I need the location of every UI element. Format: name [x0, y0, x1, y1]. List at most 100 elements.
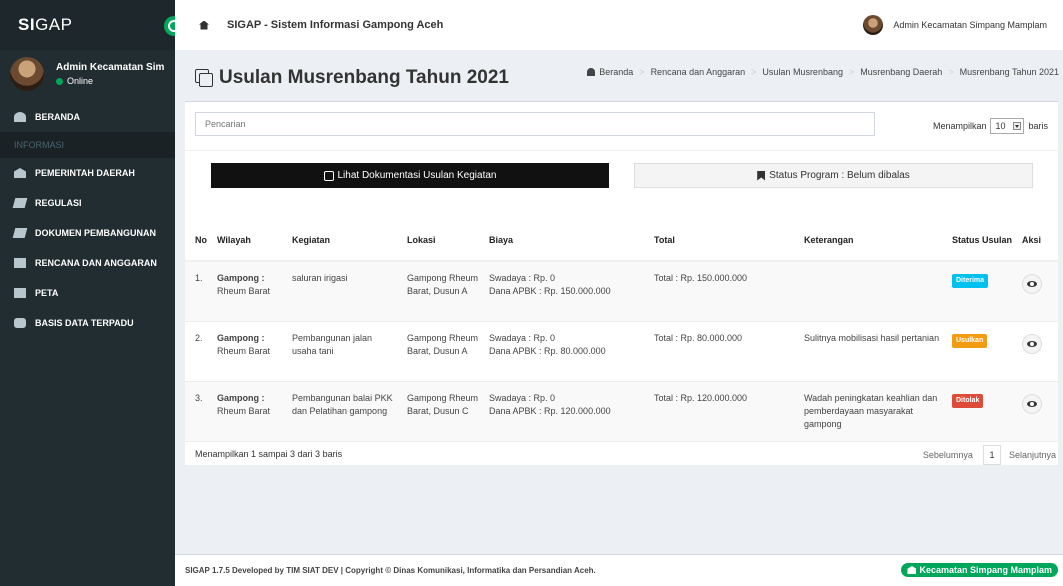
cell-no: 3. [185, 380, 213, 441]
view-detail-button[interactable] [1022, 333, 1042, 354]
cell-total: Total : Rp. 150.000.000 [650, 260, 800, 321]
cell-keterangan: Wadah peningkatan keahlian dan pemberday… [800, 380, 948, 441]
page-title: Usulan Musrenbang Tahun 2021 [195, 67, 509, 89]
book-icon [12, 198, 28, 208]
sidebar-item-pemerintah-daerah[interactable]: PEMERINTAH DAERAH [0, 158, 175, 188]
cell-biaya: Swadaya : Rp. 0 Dana APBK : Rp. 80.000.00… [485, 320, 650, 381]
bank-icon [14, 168, 26, 178]
table-row: 1. Gampong : Rheum Barat saluran irigasi Gam… [185, 260, 1058, 321]
dashboard-icon [587, 68, 596, 76]
user-panel: Admin Kecamatan Simpa Online [0, 50, 175, 98]
table-toolbar: Menampilkan 10 baris [185, 102, 1058, 150]
eye-icon [1027, 281, 1037, 287]
col-aksi: Aksi [1018, 220, 1058, 262]
sidebar-user-name: Admin Kecamatan Simpa [56, 62, 165, 73]
dashboard-icon [14, 112, 26, 122]
status-badge: Diterima [952, 274, 989, 289]
action-row: Lihat Dokumentasi Usulan Kegiatan Status… [185, 150, 1058, 200]
sidebar-item-rencana-dan-anggaran[interactable]: RENCANA DAN ANGGARAN [0, 248, 175, 278]
breadcrumb-item-beranda[interactable]: Beranda [599, 67, 633, 77]
sidebar-item-basis-data-terpadu[interactable]: BASIS DATA TERPADU [0, 308, 175, 338]
cell-status: Diterima [948, 260, 1018, 321]
previous-page-button[interactable]: Sebelumnya [923, 450, 973, 460]
cell-biaya: Swadaya : Rp. 0 Dana APBK : Rp. 120.000.0… [485, 380, 650, 441]
sidebar-header-informasi: INFORMASI [0, 132, 175, 158]
bookmark-icon [757, 170, 766, 181]
col-biaya: Biaya [485, 220, 650, 262]
col-total: Total [650, 220, 800, 262]
cell-aksi [1018, 260, 1058, 321]
footer-text: SIGAP 1.7.5 Developed by TIM SIAT DEV | … [185, 566, 596, 575]
search-input[interactable] [195, 112, 875, 136]
map-icon [14, 288, 26, 298]
table-row: 2. Gampong : Rheum Barat Pembangunan jalan … [185, 320, 1058, 381]
cell-no: 2. [185, 320, 213, 381]
app-title: SIGAP - Sistem Informasi Gampong Aceh [227, 19, 444, 31]
cell-kegiatan: Pembangunan balai PKK dan Pelatihan gamp… [288, 380, 403, 441]
cell-kegiatan: Pembangunan jalan usaha tani [288, 320, 403, 381]
navbar-user-menu[interactable]: Admin Kecamatan Simpang Mamplam [863, 15, 1047, 35]
breadcrumb-item-musrenbang-daerah[interactable]: Musrenbang Daerah [860, 67, 942, 77]
cell-kegiatan: saluran irigasi [288, 260, 403, 321]
cell-status: Ditolak [948, 380, 1018, 441]
pagination: Sebelumnya 1 Selanjutnya [923, 442, 1056, 467]
sidebar-item-regulasi[interactable]: REGULASI [0, 188, 175, 218]
status-badge: Ditolak [952, 393, 984, 408]
col-lokasi: Lokasi [403, 220, 485, 262]
eye-icon [1027, 340, 1037, 347]
navbar-user-name: Admin Kecamatan Simpang Mamplam [893, 20, 1047, 30]
bookmark-icon [14, 258, 26, 268]
col-kegiatan: Kegiatan [288, 220, 403, 262]
view-detail-button[interactable] [1022, 274, 1042, 294]
proposal-table: No Wilayah Kegiatan Lokasi Biaya Total K… [185, 220, 1058, 441]
breadcrumb-item-current: Musrenbang Tahun 2021 [959, 67, 1059, 77]
top-navbar: SIGAP - Sistem Informasi Gampong Aceh Ad… [175, 0, 1063, 50]
clone-icon [323, 170, 334, 181]
clone-icon [195, 69, 213, 87]
footer-badge: Kecamatan Simpang Mamplam [901, 563, 1058, 577]
cell-biaya: Swadaya : Rp. 0 Dana APBK : Rp. 150.000.0… [485, 260, 650, 321]
home-icon[interactable] [199, 20, 209, 30]
cell-total: Total : Rp. 120.000.000 [650, 380, 800, 441]
col-wilayah: Wilayah [213, 220, 288, 262]
online-dot-icon [56, 77, 63, 85]
cell-wilayah: Gampong : Rheum Barat [213, 380, 288, 441]
app-logo[interactable]: SIGAP [18, 15, 72, 35]
cell-keterangan [800, 260, 948, 321]
cell-aksi [1018, 380, 1058, 441]
next-page-button[interactable]: Selanjutnya [1009, 450, 1056, 460]
cell-lokasi: Gampong Rheum Barat, Dusun A [403, 320, 485, 381]
book-icon [12, 228, 28, 238]
breadcrumb: Beranda > Rencana dan Anggaran > Usulan … [587, 67, 1059, 77]
content-header: Usulan Musrenbang Tahun 2021 Beranda > R… [175, 50, 1063, 96]
cell-lokasi: Gampong Rheum Barat, Dusun C [403, 380, 485, 441]
sidebar: SIGAP Admin Kecamatan Simpa Online BERAN… [0, 0, 184, 586]
avatar [10, 57, 44, 91]
user-status: Online [56, 76, 165, 86]
length-select[interactable]: 10 [990, 118, 1025, 134]
bank-icon [907, 566, 917, 574]
cell-no: 1. [185, 260, 213, 321]
table-row: 3. Gampong : Rheum Barat Pembangunan balai … [185, 380, 1058, 441]
sidebar-item-peta[interactable]: PETA [0, 278, 175, 308]
breadcrumb-item-usulan[interactable]: Usulan Musrenbang [762, 67, 843, 77]
length-control: Menampilkan 10 baris [933, 118, 1048, 134]
database-icon [14, 318, 26, 328]
cell-wilayah: Gampong : Rheum Barat [213, 260, 288, 321]
col-status: Status Usulan [948, 220, 1018, 262]
col-keterangan: Keterangan [800, 220, 948, 262]
cell-total: Total : Rp. 80.000.000 [650, 320, 800, 381]
sidebar-item-beranda[interactable]: BERANDA [0, 102, 175, 132]
eye-icon [1027, 400, 1037, 407]
view-documentation-button[interactable]: Lihat Dokumentasi Usulan Kegiatan [211, 163, 609, 188]
breadcrumb-item-rencana[interactable]: Rencana dan Anggaran [651, 67, 746, 77]
view-detail-button[interactable] [1022, 393, 1042, 414]
col-no: No [185, 220, 213, 262]
cell-aksi [1018, 320, 1058, 381]
table-info: Menampilkan 1 sampai 3 dari 3 baris [195, 449, 343, 459]
page-1-button[interactable]: 1 [982, 444, 1001, 465]
page-footer: SIGAP 1.7.5 Developed by TIM SIAT DEV | … [175, 554, 1063, 586]
sidebar-item-dokumen-pembangunan[interactable]: DOKUMEN PEMBANGUNAN [0, 218, 175, 248]
cell-lokasi: Gampong Rheum Barat, Dusun A [403, 260, 485, 321]
cell-status: Usulkan [948, 320, 1018, 381]
